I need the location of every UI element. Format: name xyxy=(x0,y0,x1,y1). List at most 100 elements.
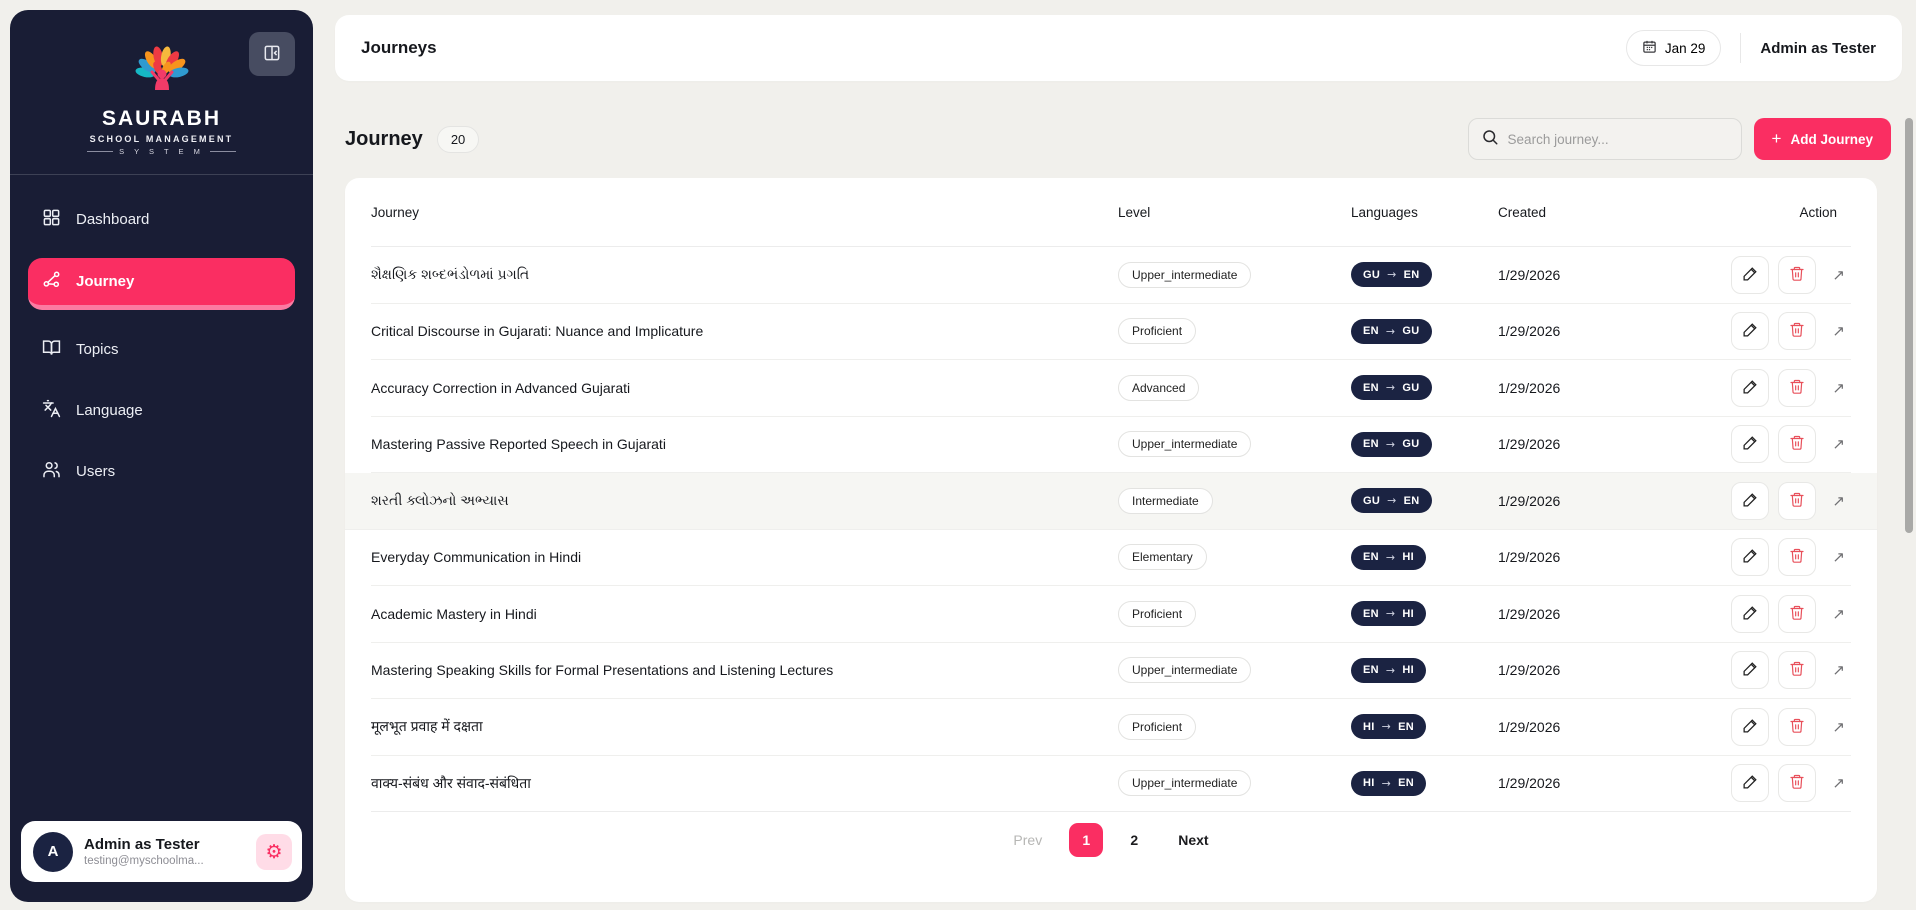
topbar-user-label: Admin as Tester xyxy=(1760,40,1876,57)
pagination-prev[interactable]: Prev xyxy=(1013,832,1042,848)
arrow-right-icon: → xyxy=(1382,777,1392,790)
trash-icon xyxy=(1789,491,1805,511)
edit-button[interactable] xyxy=(1731,538,1769,576)
scrollbar-thumb[interactable] xyxy=(1905,118,1913,533)
edit-button[interactable] xyxy=(1731,256,1769,294)
vertical-scrollbar[interactable] xyxy=(1905,110,1913,902)
open-journey-icon[interactable]: ↗ xyxy=(1832,322,1845,340)
table-row: Mastering Passive Reported Speech in Guj… xyxy=(371,417,1851,474)
languages-badge: HI→EN xyxy=(1351,714,1426,739)
delete-button[interactable] xyxy=(1778,312,1816,350)
created-date: 1/29/2026 xyxy=(1498,380,1680,396)
lang-to: GU xyxy=(1402,325,1419,337)
sidebar-profile-card[interactable]: A Admin as Tester testing@myschoolma... … xyxy=(21,821,302,882)
open-journey-icon[interactable]: ↗ xyxy=(1832,266,1845,284)
delete-button[interactable] xyxy=(1778,764,1816,802)
pagination-page-1[interactable]: 1 xyxy=(1069,823,1103,857)
level-badge: Intermediate xyxy=(1118,488,1213,514)
open-journey-icon[interactable]: ↗ xyxy=(1832,379,1845,397)
search-box[interactable] xyxy=(1468,118,1742,160)
open-journey-icon[interactable]: ↗ xyxy=(1832,774,1845,792)
pagination-next[interactable]: Next xyxy=(1178,832,1208,848)
pencil-icon xyxy=(1742,491,1759,511)
sidebar-item-journey[interactable]: Journey xyxy=(28,258,295,310)
open-journey-icon[interactable]: ↗ xyxy=(1832,661,1845,679)
arrow-right-icon: → xyxy=(1382,720,1392,733)
pencil-icon xyxy=(1742,434,1759,454)
level-badge: Proficient xyxy=(1118,318,1196,344)
created-date: 1/29/2026 xyxy=(1498,436,1680,452)
level-badge: Upper_intermediate xyxy=(1118,262,1251,288)
journey-name: वाक्य-संबंध और संवाद-संबंधिता xyxy=(371,774,1118,793)
sidebar-item-dashboard[interactable]: Dashboard xyxy=(28,197,295,241)
settings-button[interactable]: ⚙ xyxy=(256,834,292,870)
sidebar-item-topics[interactable]: Topics xyxy=(28,327,295,371)
delete-button[interactable] xyxy=(1778,425,1816,463)
lang-from: EN xyxy=(1363,664,1379,676)
count-badge: 20 xyxy=(437,126,479,153)
delete-button[interactable] xyxy=(1778,708,1816,746)
open-journey-icon[interactable]: ↗ xyxy=(1832,492,1845,510)
journeys-table-card: Journey Level Languages Created Action શ… xyxy=(345,178,1877,902)
pagination-page-2[interactable]: 2 xyxy=(1117,823,1151,857)
app-root: SAURABH SCHOOL MANAGEMENT S Y S T E M Da… xyxy=(0,0,1916,910)
created-date: 1/29/2026 xyxy=(1498,323,1680,339)
lang-from: EN xyxy=(1363,382,1379,394)
gear-icon: ⚙ xyxy=(265,841,282,863)
add-journey-button[interactable]: + Add Journey xyxy=(1754,118,1891,160)
level-badge: Upper_intermediate xyxy=(1118,657,1251,683)
open-journey-icon[interactable]: ↗ xyxy=(1832,605,1845,623)
edit-button[interactable] xyxy=(1731,482,1769,520)
trash-icon xyxy=(1789,265,1805,285)
delete-button[interactable] xyxy=(1778,256,1816,294)
delete-button[interactable] xyxy=(1778,538,1816,576)
pagination: Prev 12 Next xyxy=(371,812,1851,868)
arrow-right-icon: → xyxy=(1386,325,1396,338)
delete-button[interactable] xyxy=(1778,651,1816,689)
level-badge: Proficient xyxy=(1118,714,1196,740)
open-journey-icon[interactable]: ↗ xyxy=(1832,718,1845,736)
lang-to: GU xyxy=(1402,382,1419,394)
edit-button[interactable] xyxy=(1731,312,1769,350)
add-journey-label: Add Journey xyxy=(1790,132,1873,147)
lang-from: GU xyxy=(1363,269,1380,281)
open-journey-icon[interactable]: ↗ xyxy=(1832,548,1845,566)
logo-subtitle: SCHOOL MANAGEMENT xyxy=(10,134,313,144)
open-journey-icon[interactable]: ↗ xyxy=(1832,435,1845,453)
edit-button[interactable] xyxy=(1731,764,1769,802)
delete-button[interactable] xyxy=(1778,595,1816,633)
date-button[interactable]: Jan 29 xyxy=(1626,30,1722,66)
users-icon xyxy=(42,460,61,483)
pencil-icon xyxy=(1742,265,1759,285)
sidebar-item-language[interactable]: Language xyxy=(28,388,295,432)
sidebar-item-users[interactable]: Users xyxy=(28,449,295,493)
pencil-icon xyxy=(1742,717,1759,737)
languages-badge: EN→GU xyxy=(1351,319,1432,344)
table-header-row: Journey Level Languages Created Action xyxy=(371,178,1851,247)
edit-button[interactable] xyxy=(1731,369,1769,407)
level-badge: Proficient xyxy=(1118,601,1196,627)
languages-badge: EN→HI xyxy=(1351,545,1426,570)
arrow-right-icon: → xyxy=(1386,438,1396,451)
edit-button[interactable] xyxy=(1731,708,1769,746)
lang-from: HI xyxy=(1363,777,1375,789)
pagination-pages: 12 xyxy=(1069,823,1151,857)
sidebar-collapse-button[interactable] xyxy=(249,32,295,76)
column-header-level: Level xyxy=(1118,205,1351,220)
languages-badge: EN→GU xyxy=(1351,375,1432,400)
table-row: वाक्य-संबंध और संवाद-संबंधिताUpper_inter… xyxy=(371,756,1851,813)
logo-flower-icon xyxy=(130,85,194,102)
sidebar-item-label: Language xyxy=(76,402,143,419)
level-badge: Advanced xyxy=(1118,375,1199,401)
sidebar-item-label: Journey xyxy=(76,273,134,290)
edit-button[interactable] xyxy=(1731,425,1769,463)
search-input[interactable] xyxy=(1508,132,1729,147)
delete-button[interactable] xyxy=(1778,369,1816,407)
topbar-divider xyxy=(1740,33,1741,63)
delete-button[interactable] xyxy=(1778,482,1816,520)
pencil-icon xyxy=(1742,547,1759,567)
edit-button[interactable] xyxy=(1731,595,1769,633)
edit-button[interactable] xyxy=(1731,651,1769,689)
language-icon xyxy=(42,399,61,422)
languages-badge: GU→EN xyxy=(1351,488,1432,513)
